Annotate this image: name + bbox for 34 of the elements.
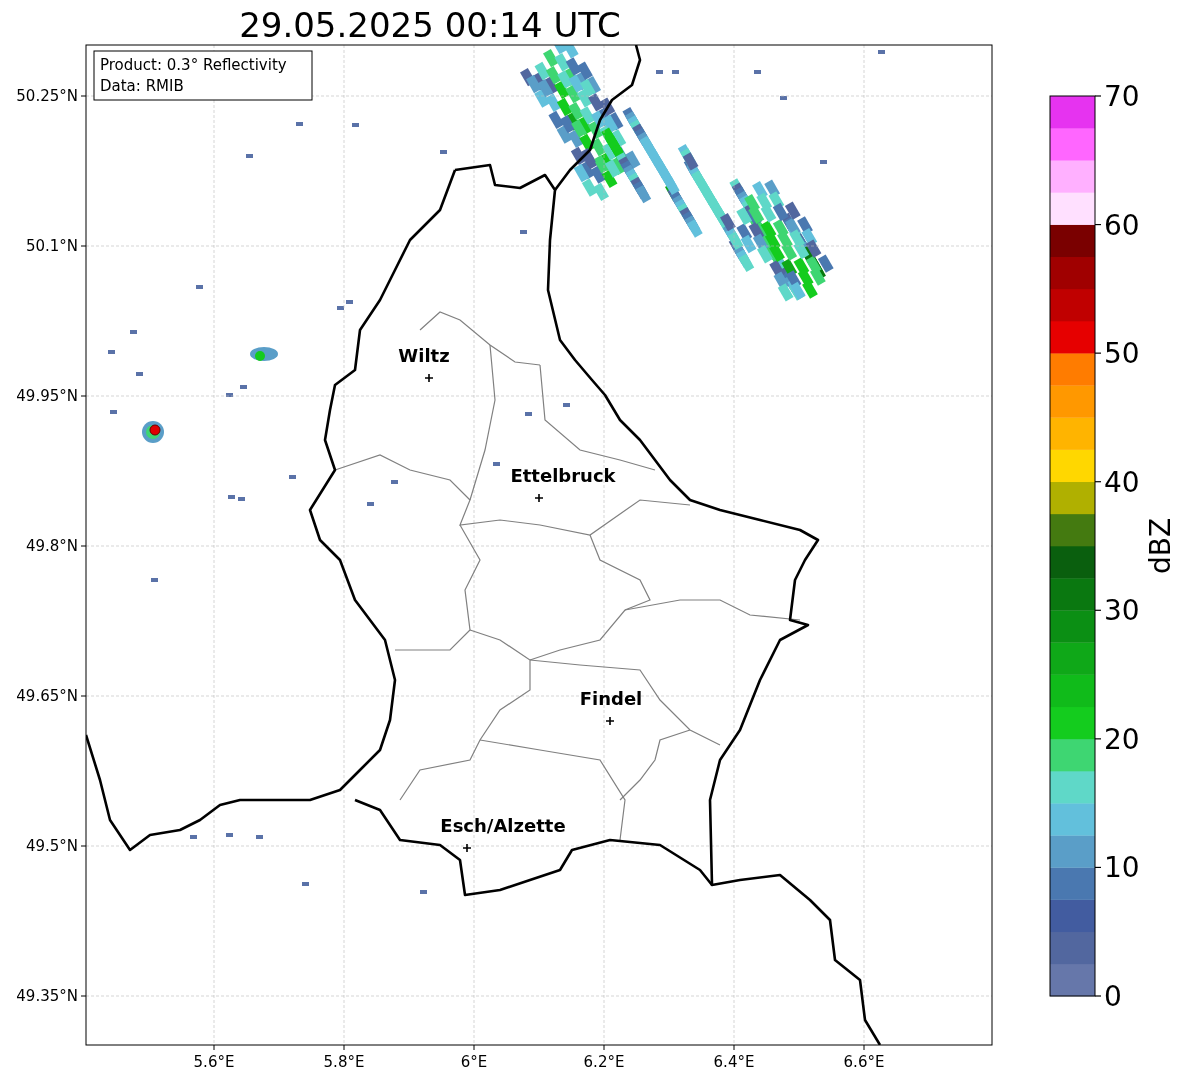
y-tick-label: 49.5°N xyxy=(25,837,78,855)
city-marker-icon xyxy=(534,493,544,503)
x-tick-label: 6.4°E xyxy=(713,1053,755,1071)
colorbar-label: dBZ xyxy=(1144,517,1177,575)
y-tick-label: 49.95°N xyxy=(16,387,78,405)
x-tick-label: 6.6°E xyxy=(843,1053,885,1071)
info-text: Data: RMIB xyxy=(100,77,184,95)
city-marker-icon xyxy=(605,716,615,726)
plot-title: 29.05.2025 00:14 UTC xyxy=(239,5,621,45)
x-tick-label: 6°E xyxy=(460,1053,488,1071)
colorbar-tick-label: 30 xyxy=(1104,594,1140,628)
y-tick-label: 50.25°N xyxy=(16,87,78,105)
colorbar-tick-label: 0 xyxy=(1104,980,1122,1013)
info-text: Product: 0.3° Reflectivity xyxy=(100,56,287,74)
colorbar-tick-label: 60 xyxy=(1104,208,1140,242)
city-marker-icon xyxy=(424,373,434,383)
city-label: Esch/Alzette xyxy=(440,815,566,836)
y-tick-label: 49.8°N xyxy=(25,537,78,555)
city-marker-icon xyxy=(462,843,472,853)
colorbar-tick-label: 10 xyxy=(1104,851,1140,885)
city-label: Ettelbruck xyxy=(510,465,616,486)
colorbar-tick-label: 50 xyxy=(1104,337,1140,371)
city-label: Wiltz xyxy=(398,345,450,366)
colorbar-tick-label: 40 xyxy=(1104,465,1140,499)
y-tick-label: 49.65°N xyxy=(16,687,78,705)
y-tick-label: 49.35°N xyxy=(16,987,78,1005)
colorbar-tick-label: 20 xyxy=(1104,722,1140,756)
city-label: Findel xyxy=(579,688,643,709)
x-tick-label: 5.8°E xyxy=(323,1053,365,1071)
y-tick-label: 50.1°N xyxy=(25,237,78,255)
radar-site-icon xyxy=(149,424,161,436)
colorbar-tick-label: 70 xyxy=(1104,80,1140,113)
x-tick-label: 5.6°E xyxy=(193,1053,235,1071)
x-tick-label: 6.2°E xyxy=(583,1053,625,1071)
